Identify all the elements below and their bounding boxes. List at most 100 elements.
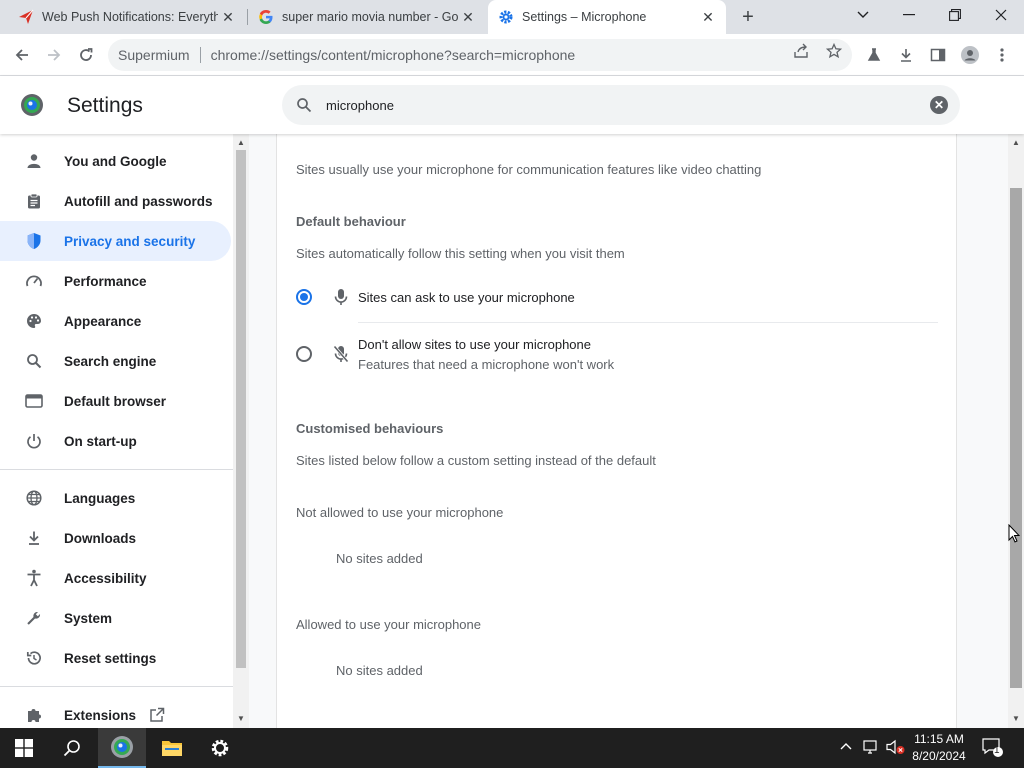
sidebar-item-autofill[interactable]: Autofill and passwords bbox=[0, 181, 231, 221]
notification-center-icon[interactable] bbox=[982, 738, 1004, 761]
not-allowed-empty-text: No sites added bbox=[336, 551, 423, 566]
tray-chevron-up-icon[interactable] bbox=[840, 740, 852, 754]
sidebar-scroll-thumb[interactable] bbox=[236, 150, 246, 668]
sidebar-item-default-browser[interactable]: Default browser bbox=[0, 381, 231, 421]
allowed-heading: Allowed to use your microphone bbox=[296, 617, 481, 632]
taskbar-browser-app[interactable] bbox=[98, 728, 146, 768]
person-icon bbox=[24, 151, 44, 171]
sidebar-item-label: Languages bbox=[64, 490, 136, 506]
red-plane-icon bbox=[18, 9, 34, 25]
back-button[interactable] bbox=[9, 42, 35, 68]
sidebar-item-label: Downloads bbox=[64, 530, 137, 546]
sidebar-item-search-engine[interactable]: Search engine bbox=[0, 341, 231, 381]
tab-search-chevron-icon[interactable] bbox=[840, 0, 886, 30]
download-icon bbox=[24, 528, 44, 548]
radio-allow-ask[interactable] bbox=[296, 289, 312, 305]
sidebar-item-label: Performance bbox=[64, 273, 147, 289]
power-icon bbox=[24, 431, 44, 451]
close-tab-icon[interactable]: ✕ bbox=[698, 7, 718, 27]
sidebar-item-accessibility[interactable]: Accessibility bbox=[0, 558, 231, 598]
start-button[interactable] bbox=[0, 728, 48, 768]
sidebar-item-you-and-google[interactable]: You and Google bbox=[0, 141, 231, 181]
new-tab-button[interactable]: + bbox=[736, 6, 760, 28]
scroll-up-arrow-icon[interactable]: ▲ bbox=[237, 138, 245, 147]
download-icon[interactable] bbox=[893, 42, 919, 68]
close-window-button[interactable] bbox=[978, 0, 1024, 30]
tab-settings-microphone[interactable]: Settings – Microphone ✕ bbox=[488, 0, 726, 34]
search-icon bbox=[24, 351, 44, 371]
reload-button[interactable] bbox=[73, 42, 99, 68]
forward-button[interactable] bbox=[41, 42, 67, 68]
radio-block[interactable] bbox=[296, 346, 312, 362]
taskbar-file-explorer[interactable] bbox=[148, 728, 196, 768]
taskbar-search-button[interactable] bbox=[48, 728, 96, 768]
sidebar-item-label: Autofill and passwords bbox=[64, 193, 213, 209]
network-icon[interactable] bbox=[862, 739, 880, 758]
option-block-sublabel: Features that need a microphone won't wo… bbox=[358, 357, 615, 372]
sidebar-item-system[interactable]: System bbox=[0, 598, 231, 638]
intro-text: Sites usually use your microphone for co… bbox=[296, 162, 762, 177]
sidebar-divider bbox=[0, 469, 233, 470]
omnibox-url: chrome://settings/content/microphone?sea… bbox=[210, 47, 576, 63]
microphone-off-icon bbox=[333, 345, 349, 363]
close-tab-icon[interactable]: ✕ bbox=[218, 7, 238, 27]
customised-behaviours-description: Sites listed below follow a custom setti… bbox=[296, 453, 656, 468]
side-panel-icon[interactable] bbox=[925, 42, 951, 68]
scroll-down-arrow-icon[interactable]: ▼ bbox=[237, 714, 245, 723]
address-bar[interactable]: Supermium chrome://settings/content/micr… bbox=[108, 39, 852, 71]
sidebar-item-downloads[interactable]: Downloads bbox=[0, 518, 231, 558]
taskbar-settings-app[interactable] bbox=[196, 728, 244, 768]
sidebar-item-label: Reset settings bbox=[64, 650, 157, 666]
search-icon bbox=[294, 95, 314, 115]
scroll-down-arrow-icon[interactable]: ▼ bbox=[1012, 714, 1020, 723]
taskbar-clock[interactable]: 11:15 AM 8/20/2024 bbox=[900, 731, 978, 765]
sidebar-item-label: Accessibility bbox=[64, 570, 147, 586]
sidebar-item-languages[interactable]: Languages bbox=[0, 478, 231, 518]
globe-icon bbox=[24, 488, 44, 508]
default-behaviour-heading: Default behaviour bbox=[296, 214, 406, 229]
accessibility-icon bbox=[24, 568, 44, 588]
omnibox-divider bbox=[199, 47, 201, 63]
menu-kebab-icon[interactable] bbox=[989, 42, 1015, 68]
star-icon[interactable] bbox=[825, 42, 843, 60]
sidebar-item-on-startup[interactable]: On start-up bbox=[0, 421, 231, 461]
settings-header: Settings ✕ bbox=[0, 76, 1024, 134]
tab-google-search[interactable]: super mario movia number - Go ✕ bbox=[248, 0, 486, 34]
sidebar-divider bbox=[0, 686, 233, 687]
notification-count: 1 bbox=[994, 745, 1000, 756]
omnibox-brand: Supermium bbox=[118, 47, 190, 63]
sidebar-item-reset-settings[interactable]: Reset settings bbox=[0, 638, 231, 678]
open-in-new-icon bbox=[149, 707, 165, 726]
page-scrollbar[interactable]: ▲ ▼ bbox=[1008, 134, 1024, 728]
tab-title: Settings – Microphone bbox=[522, 10, 647, 24]
sidebar-item-extensions[interactable]: Extensions bbox=[0, 695, 231, 728]
minimize-button[interactable] bbox=[886, 0, 932, 30]
labs-flask-icon[interactable] bbox=[861, 42, 887, 68]
clock-time: 11:15 AM bbox=[914, 732, 964, 746]
settings-search[interactable]: ✕ bbox=[282, 85, 960, 125]
tab-web-push[interactable]: Web Push Notifications: Everyth ✕ bbox=[8, 0, 246, 34]
gear-icon bbox=[498, 9, 514, 25]
profile-avatar-icon[interactable] bbox=[957, 42, 983, 68]
sidebar-item-appearance[interactable]: Appearance bbox=[0, 301, 231, 341]
sidebar-item-label: Default browser bbox=[64, 393, 167, 409]
scroll-up-arrow-icon[interactable]: ▲ bbox=[1012, 138, 1020, 147]
browser-window-icon bbox=[24, 391, 44, 411]
sidebar-scrollbar[interactable]: ▲ ▼ bbox=[233, 134, 249, 728]
microphone-icon bbox=[333, 288, 349, 306]
page-title: Settings bbox=[67, 94, 143, 117]
clear-search-button[interactable]: ✕ bbox=[930, 96, 948, 114]
not-allowed-heading: Not allowed to use your microphone bbox=[296, 505, 504, 520]
share-icon[interactable] bbox=[792, 42, 810, 60]
restore-button[interactable] bbox=[932, 0, 978, 30]
option-allow-ask-label: Sites can ask to use your microphone bbox=[358, 290, 575, 305]
settings-search-input[interactable] bbox=[326, 97, 886, 113]
sidebar-item-label: System bbox=[64, 610, 113, 626]
default-behaviour-description: Sites automatically follow this setting … bbox=[296, 246, 625, 261]
page-scroll-thumb[interactable] bbox=[1010, 188, 1022, 688]
sidebar-item-privacy-security[interactable]: Privacy and security bbox=[0, 221, 231, 261]
close-tab-icon[interactable]: ✕ bbox=[458, 7, 478, 27]
sidebar-item-performance[interactable]: Performance bbox=[0, 261, 231, 301]
sidebar-item-label: You and Google bbox=[64, 153, 167, 169]
wrench-icon bbox=[24, 608, 44, 628]
